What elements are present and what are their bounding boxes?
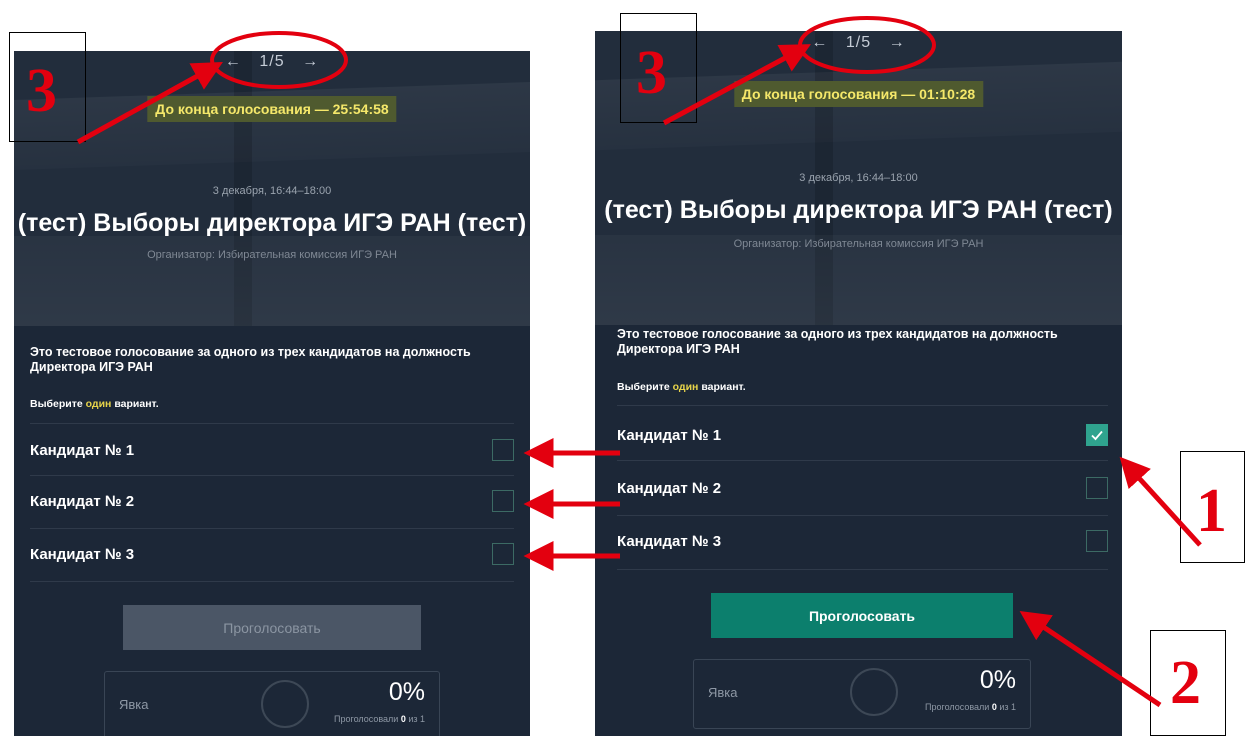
arrow-to-vote-button bbox=[1019, 611, 1162, 708]
arrow-to-pager-left bbox=[76, 61, 223, 145]
arrow-to-pager-right bbox=[662, 44, 812, 126]
annotation-overlay bbox=[76, 16, 1202, 708]
highlight-ellipse-pager-right bbox=[798, 16, 936, 74]
highlight-ellipse-pager-left bbox=[210, 31, 348, 89]
annotation-arrows bbox=[76, 44, 1202, 708]
arrow-to-checked-box bbox=[1119, 456, 1202, 547]
annotation-ellipses bbox=[210, 16, 936, 89]
